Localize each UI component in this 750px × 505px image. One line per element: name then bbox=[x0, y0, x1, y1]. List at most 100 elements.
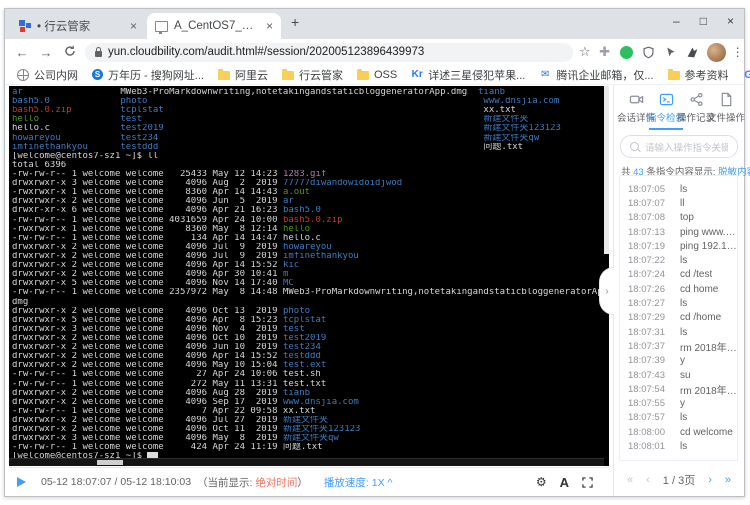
sidebar-collapse-handle[interactable]: › bbox=[599, 267, 614, 315]
extension-plus-icon[interactable]: ✚ bbox=[597, 44, 613, 60]
chrome-menu-icon[interactable]: ⋮ bbox=[732, 45, 744, 59]
next-page-button[interactable]: › bbox=[708, 474, 712, 486]
command-row[interactable]: 18:07:55 y bbox=[620, 396, 737, 410]
maximize-button[interactable]: □ bbox=[700, 14, 707, 28]
back-button[interactable]: ← bbox=[13, 45, 31, 60]
tab-centos7-session[interactable]: A_CentOS7_SZ1 × bbox=[147, 13, 281, 39]
command-row[interactable]: 18:08:00 cd welcome bbox=[620, 425, 737, 439]
terminal-line: drwxr-xr-x 6 welcome welcome 4096 Apr 21… bbox=[12, 206, 321, 216]
bookmark-item[interactable]: Kr 详述三星侵犯苹果... bbox=[411, 67, 526, 83]
play-button[interactable] bbox=[17, 477, 35, 487]
terminal-screen[interactable]: ar MWeb3-ProMarkdownwriting,notetakingan… bbox=[9, 86, 609, 466]
chevron-right-icon: › bbox=[605, 285, 609, 297]
evernote-extension-icon[interactable] bbox=[619, 44, 635, 60]
pagination: « ‹ 1 / 3页 › » bbox=[614, 472, 744, 488]
last-page-button[interactable]: » bbox=[725, 474, 731, 486]
playback-speed-control[interactable]: 播放速度: 1X ^ bbox=[324, 475, 393, 490]
terminal-line: drwxrwxr-x 3 welcome welcome 4096 Nov 4 … bbox=[12, 324, 305, 334]
tab-close-icon[interactable]: × bbox=[130, 19, 137, 33]
command-search-input[interactable]: 请输入操作指令关键字 bbox=[620, 135, 738, 158]
first-page-button[interactable]: « bbox=[627, 474, 633, 486]
bookmark-item[interactable]: 行云管家 bbox=[281, 67, 343, 83]
command-row[interactable]: 18:07:43 su bbox=[620, 368, 737, 382]
terminal-line: -rw-rw-r-- 1 welcome welcome 25433 May 1… bbox=[12, 169, 327, 179]
scrollbar-thumb[interactable] bbox=[97, 460, 123, 465]
command-time: 18:07:31 bbox=[628, 326, 665, 338]
command-row[interactable]: 18:07:22 ls bbox=[620, 253, 737, 267]
kr-icon: Kr bbox=[411, 69, 423, 80]
new-tab-button[interactable]: + bbox=[291, 14, 299, 30]
command-row[interactable]: 18:07:19 ping 192.168.9.1 bbox=[620, 239, 737, 253]
settings-gear-icon[interactable]: ⚙ bbox=[536, 475, 547, 489]
absolute-time-link[interactable]: 绝对时间 bbox=[255, 477, 297, 489]
command-row[interactable]: 18:08:01 ls bbox=[620, 439, 737, 453]
folder-icon bbox=[667, 69, 680, 80]
shield-extension-icon[interactable] bbox=[641, 44, 657, 60]
command-row[interactable]: 18:07:37 rm 2018年中国企业IT运... bbox=[620, 339, 737, 354]
command-row[interactable]: 18:07:07 ll bbox=[620, 196, 737, 210]
command-row[interactable]: 18:07:24 cd /test bbox=[620, 268, 737, 282]
page-indicator: 1 / 3页 bbox=[662, 475, 696, 487]
mail-icon: ✉ bbox=[541, 69, 550, 80]
terminal-line: -rw-rw-r-- 1 welcome welcome 272 May 11 … bbox=[12, 379, 327, 389]
terminal-line: drwxrwxr-x 3 welcome welcome 4096 Aug 2 … bbox=[12, 179, 403, 189]
command-text: top bbox=[680, 212, 694, 224]
audit-sidebar: 会话详情 指令检索 操作记录 文件操作 请输入操作指令关键 共 43 条指令 内… bbox=[613, 85, 750, 496]
bookmark-item[interactable]: OSS bbox=[356, 69, 397, 81]
terminal-vertical-scrollbar[interactable] bbox=[604, 86, 609, 254]
minimize-button[interactable]: – bbox=[673, 14, 680, 28]
terminal-line: -rw-rw-r-- 1 welcome welcome 2357972 May… bbox=[12, 288, 603, 298]
command-row[interactable]: 18:07:08 top bbox=[620, 211, 737, 225]
address-bar[interactable]: yun.cloudbility.com/audit.html#/session/… bbox=[85, 42, 573, 62]
bookmark-label: 阿里云 bbox=[234, 69, 268, 82]
bookmark-item[interactable]: ✉ 腾讯企业邮箱，仅... bbox=[539, 67, 653, 83]
bookmark-item[interactable]: 公司内网 bbox=[17, 67, 78, 83]
bookmark-label: 详述三星侵犯苹果... bbox=[428, 69, 526, 82]
bookmark-item[interactable]: 参考资料 bbox=[667, 67, 729, 83]
bookmark-item[interactable]: GGoogle bbox=[743, 69, 750, 81]
font-size-icon[interactable]: A bbox=[560, 475, 569, 490]
close-button[interactable]: × bbox=[727, 14, 734, 28]
terminal-horizontal-scrollbar[interactable] bbox=[9, 458, 604, 466]
bookmark-star-icon[interactable]: ☆ bbox=[579, 44, 591, 60]
command-row[interactable]: 18:07:26 cd home bbox=[620, 282, 737, 296]
terminal-line: drwxrwxr-x 2 welcome welcome 4096 Jul 9 … bbox=[12, 251, 359, 261]
command-row[interactable]: 18:07:27 ls bbox=[620, 296, 737, 310]
terminal-line: -rwxrwxr-x 1 welcome welcome 8360 Apr 14… bbox=[12, 188, 311, 198]
command-row[interactable]: 18:07:54 rm 2018年中国企业IT运... bbox=[620, 382, 737, 397]
command-list: 18:07:05 ls 18:07:07 ll 18:07:08 top 18:07:… bbox=[619, 175, 738, 461]
command-row[interactable]: 18:07:13 ping www.baidu.com bbox=[620, 225, 737, 239]
terminal-output: ar MWeb3-ProMarkdownwriting,notetakingan… bbox=[12, 88, 603, 462]
command-row[interactable]: 18:07:57 ls bbox=[620, 411, 737, 425]
command-text: ls bbox=[680, 326, 688, 338]
command-row[interactable]: 18:07:39 y bbox=[620, 354, 737, 368]
prev-page-button[interactable]: ‹ bbox=[646, 474, 650, 486]
refresh-button[interactable] bbox=[61, 45, 79, 60]
dark-extension-icon[interactable] bbox=[685, 44, 701, 60]
search-icon bbox=[630, 142, 639, 151]
bookmark-label: 万年历 - 搜狗网址... bbox=[108, 69, 204, 82]
forward-button[interactable]: → bbox=[37, 45, 55, 60]
command-row[interactable]: 18:07:29 cd /home bbox=[620, 311, 737, 325]
cursor-extension-icon[interactable] bbox=[663, 44, 679, 60]
command-text: rm 2018年中国企业IT运... bbox=[680, 342, 737, 354]
terminal-icon bbox=[659, 93, 673, 106]
terminal-line: drwxrwxr-x 2 welcome welcome 4096 Apr 30… bbox=[12, 270, 289, 280]
terminal-line: -rw-rw-r-- 1 welcome welcome 7 Apr 22 09… bbox=[12, 406, 316, 416]
command-row[interactable]: 18:07:05 ls bbox=[620, 182, 737, 196]
bookmark-item[interactable]: S 万年历 - 搜狗网址... bbox=[92, 67, 204, 83]
fullscreen-icon[interactable] bbox=[582, 476, 593, 488]
tab-close-icon[interactable]: × bbox=[266, 19, 273, 33]
command-row[interactable]: 18:07:31 ls bbox=[620, 325, 737, 339]
command-text: ls bbox=[680, 183, 688, 195]
tab-file-operation[interactable]: 文件操作 bbox=[707, 92, 745, 130]
terminal-line: drwxrwxr-x 2 welcome welcome 4096 Oct 13… bbox=[12, 306, 311, 316]
profile-avatar[interactable] bbox=[706, 42, 726, 62]
terminal-line: bash5.0.zip tcplstat xx.txt bbox=[12, 106, 516, 116]
command-text: cd /test bbox=[680, 269, 713, 281]
tab-strip: • 行云管家 × A_CentOS7_SZ1 × + – □ × bbox=[5, 9, 744, 39]
tab-xingyun[interactable]: • 行云管家 × bbox=[11, 13, 145, 39]
command-text: ls bbox=[680, 440, 688, 452]
bookmark-item[interactable]: 阿里云 bbox=[217, 67, 268, 83]
url-text[interactable]: yun.cloudbility.com/audit.html#/session/… bbox=[108, 46, 424, 58]
